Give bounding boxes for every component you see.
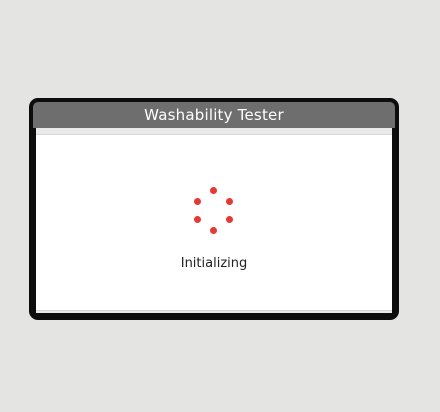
device-screen: Washability Tester Initializing	[29, 98, 399, 320]
spinner-dot-bottom-left	[194, 216, 201, 223]
spinner-dot-bottom-right	[226, 216, 233, 223]
spinner-dot-top-right	[226, 198, 233, 205]
status-text: Initializing	[180, 256, 248, 271]
loading-spinner-icon	[192, 187, 236, 237]
spinner-dot-bottom	[210, 227, 217, 234]
loading-panel: Initializing	[36, 134, 392, 311]
spinner-dot-top-left	[194, 198, 201, 205]
spinner-dot-top	[210, 187, 217, 194]
window-title: Washability Tester	[33, 102, 395, 128]
content-area: Initializing	[36, 128, 392, 313]
